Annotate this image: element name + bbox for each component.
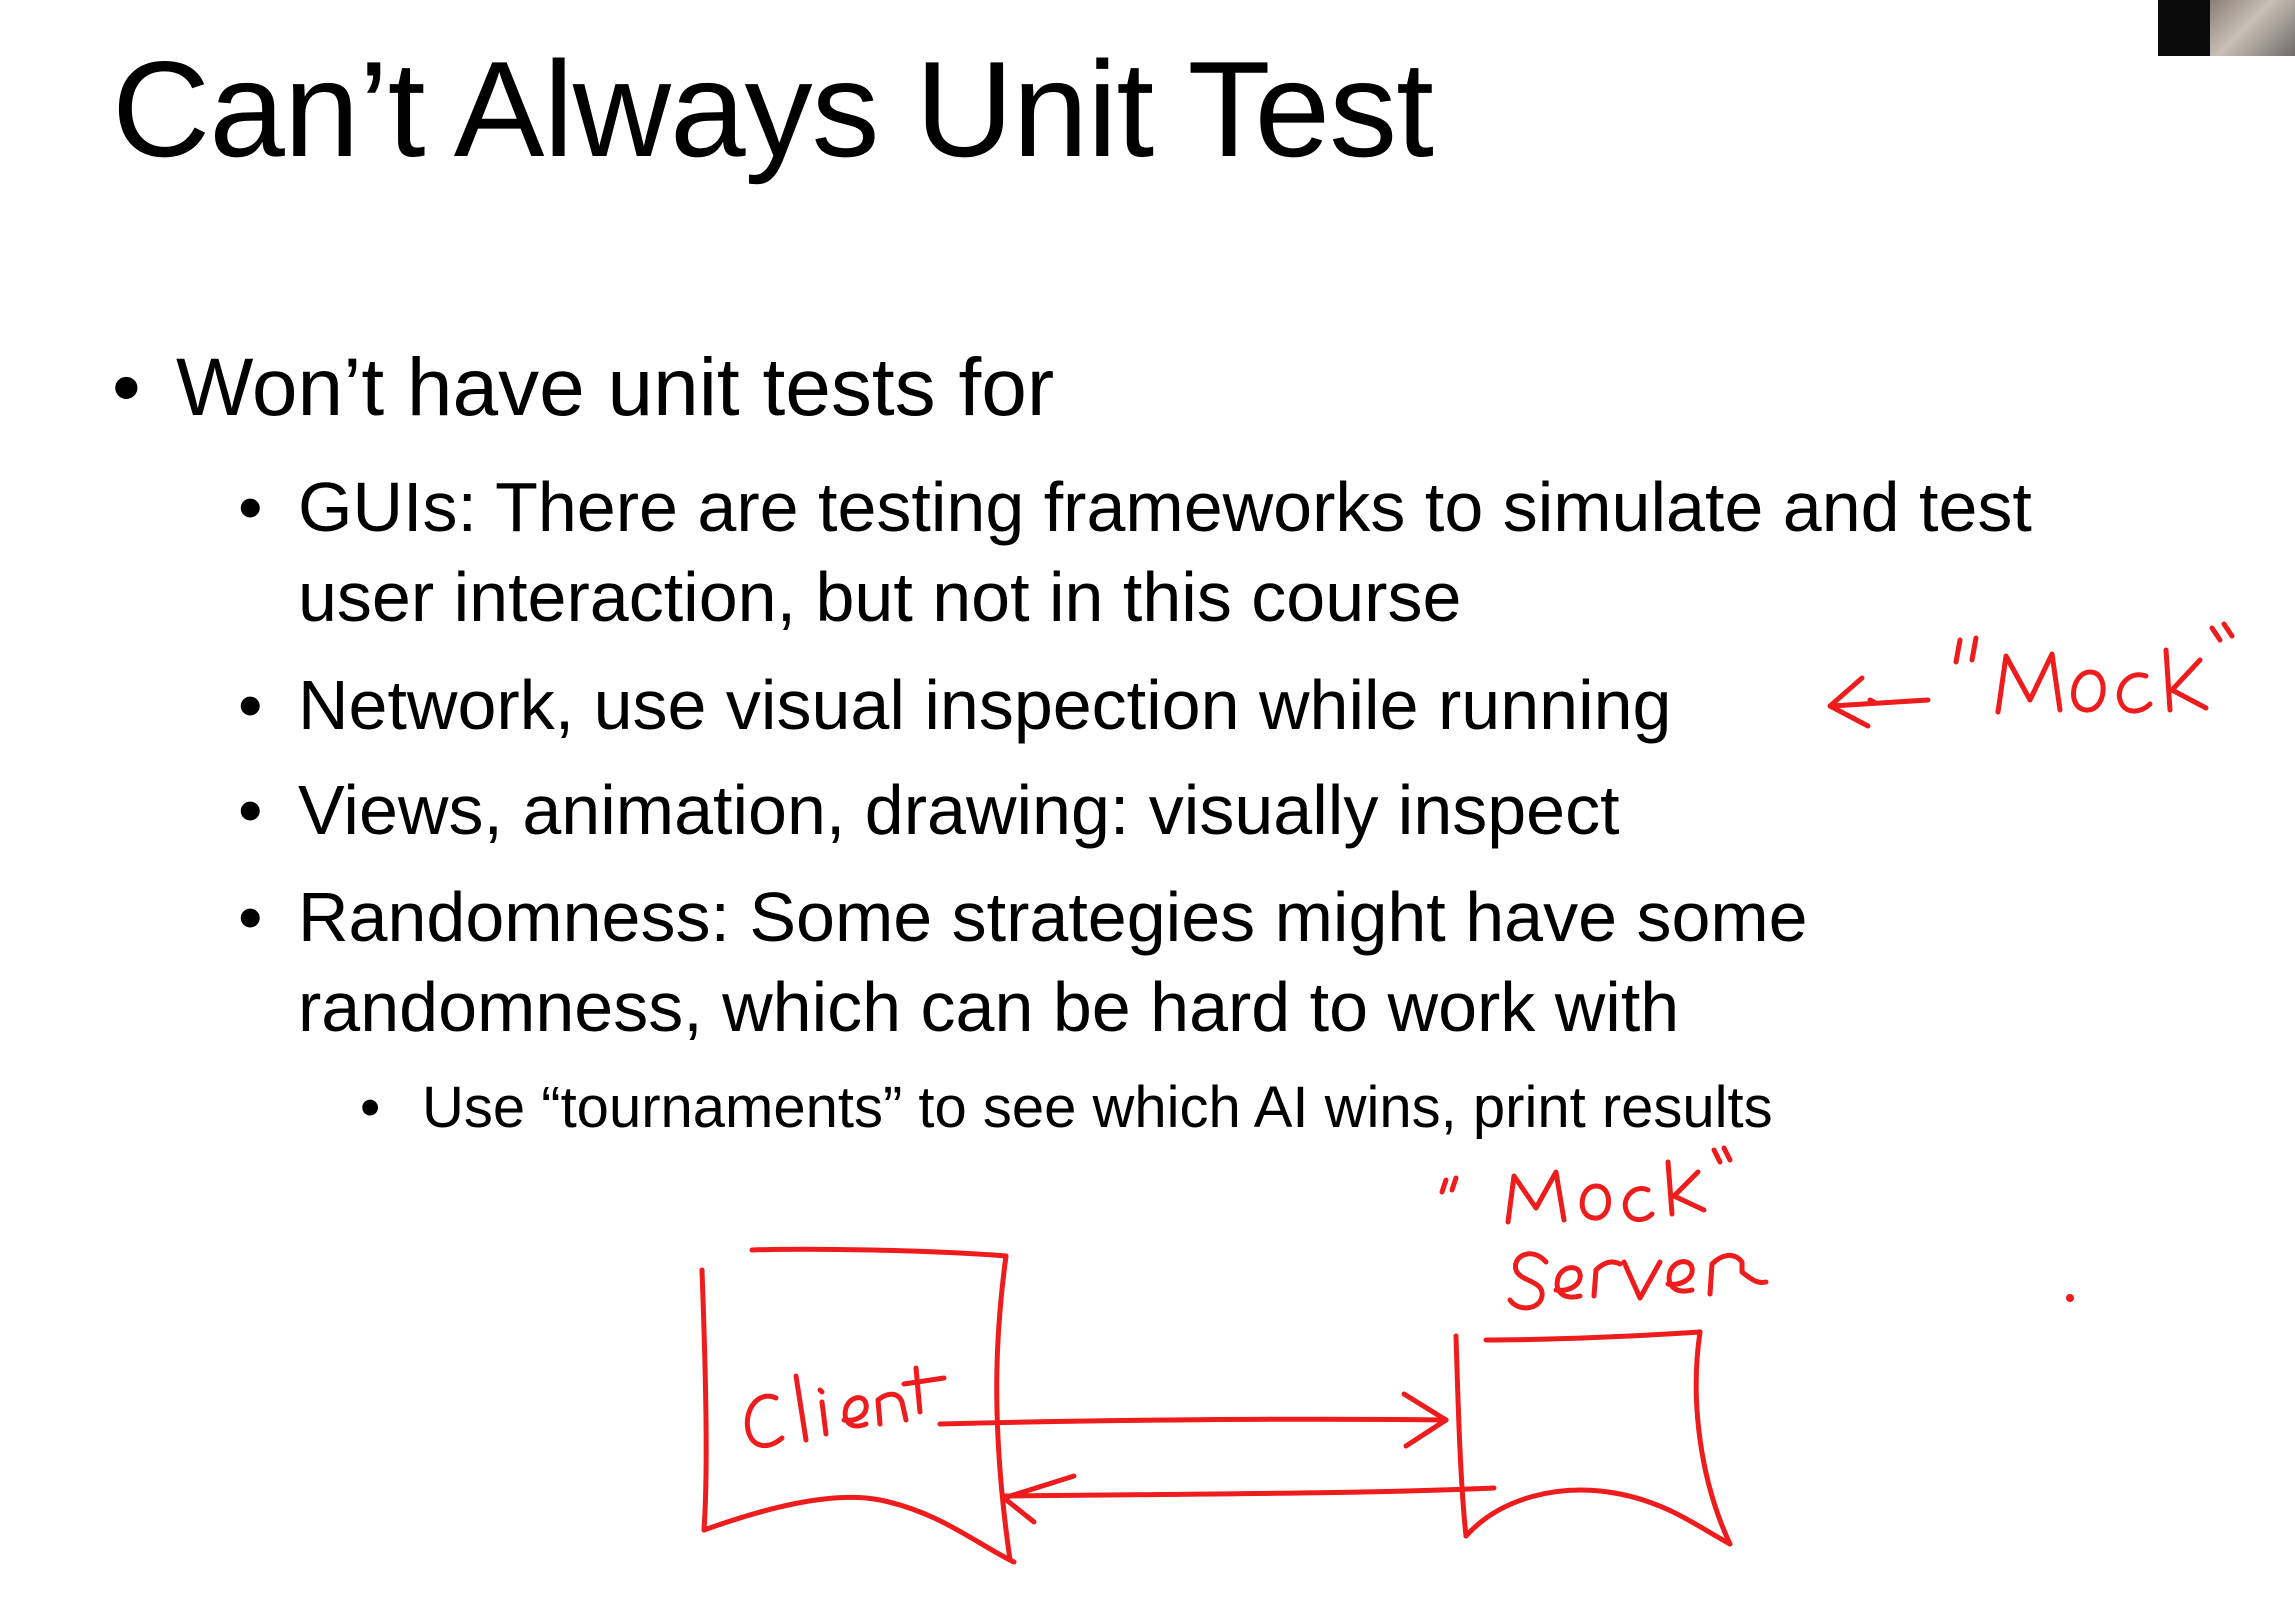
bullet-text: Views, animation, drawing: visually insp… xyxy=(298,771,1620,849)
bullet-dot: • xyxy=(238,468,263,546)
bullet-dot: • xyxy=(112,342,141,433)
bullet-list: • Won’t have unit tests for • GUIs: Ther… xyxy=(0,0,2295,1621)
bullet-dot: • xyxy=(238,666,263,744)
bullet-text-line1: GUIs: There are testing frameworks to si… xyxy=(298,468,2032,546)
slide: Can’t Always Unit Test • Won’t have unit… xyxy=(0,0,2295,1621)
bullet-dot: • xyxy=(360,1075,381,1140)
bullet-text: Network, use visual inspection while run… xyxy=(298,666,1672,744)
bullet-text: Won’t have unit tests for xyxy=(176,342,1055,433)
bullet-dot: • xyxy=(238,878,263,956)
bullet-text: Use “tournaments” to see which AI wins, … xyxy=(422,1075,1773,1140)
bullet-text-line2: user interaction, but not in this course xyxy=(298,558,1462,636)
bullet-dot: • xyxy=(238,771,263,849)
bullet-text-line2: randomness, which can be hard to work wi… xyxy=(298,968,1680,1046)
bullet-text-line1: Randomness: Some strategies might have s… xyxy=(298,878,1808,956)
